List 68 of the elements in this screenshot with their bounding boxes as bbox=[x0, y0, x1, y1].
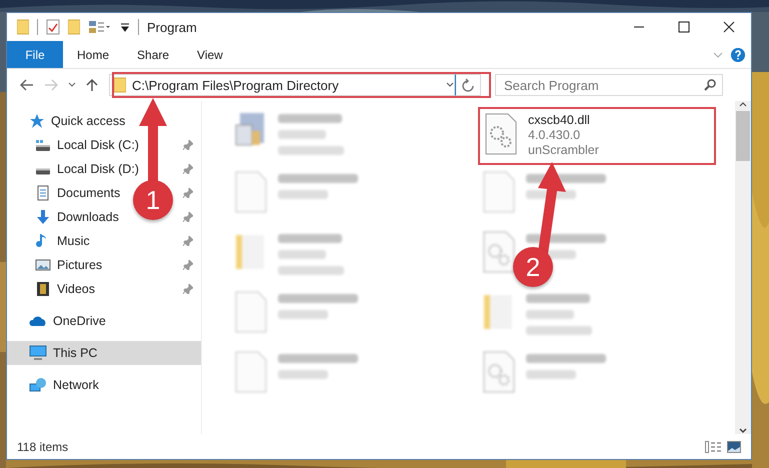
dropdown-icon[interactable] bbox=[446, 82, 454, 88]
sidebar-item[interactable]: Downloads bbox=[57, 210, 119, 224]
sidebar-label: This PC bbox=[53, 346, 98, 360]
scroll-thumb[interactable] bbox=[736, 111, 750, 161]
cloud-icon bbox=[29, 314, 47, 328]
close-icon bbox=[722, 21, 734, 33]
blurred-text bbox=[278, 370, 328, 379]
blurred-text bbox=[526, 310, 574, 319]
gears-file-icon bbox=[484, 113, 518, 155]
star-icon bbox=[29, 113, 45, 129]
sidebar-item[interactable]: Pictures bbox=[57, 258, 102, 272]
file-item[interactable]: cxscb40.dll 4.0.430.0 unScrambler bbox=[478, 107, 716, 165]
sidebar-item[interactable]: Music bbox=[57, 234, 90, 248]
blurred-text bbox=[278, 250, 326, 259]
sidebar-item[interactable]: This PC bbox=[7, 341, 201, 365]
document-icon bbox=[35, 185, 51, 201]
monitor-icon bbox=[29, 345, 47, 361]
file-tab[interactable]: File bbox=[7, 41, 63, 68]
drive-icon bbox=[35, 168, 51, 174]
sidebar-item[interactable]: Documents bbox=[57, 186, 120, 200]
sidebar-item[interactable]: Local Disk (C:) bbox=[57, 138, 139, 152]
maximize-icon bbox=[678, 21, 690, 33]
sidebar-item[interactable]: Network bbox=[53, 378, 99, 392]
network-icon bbox=[29, 377, 47, 393]
ribbon-tab[interactable]: Home bbox=[63, 41, 124, 68]
window-title: Program bbox=[147, 20, 197, 34]
search-field[interactable]: Search Program bbox=[495, 74, 723, 96]
minimize-icon bbox=[632, 26, 644, 28]
help-icon[interactable] bbox=[731, 48, 745, 62]
scrollbar[interactable] bbox=[735, 101, 751, 434]
film-icon bbox=[35, 281, 51, 297]
blurred-text bbox=[278, 146, 344, 155]
properties-icon[interactable] bbox=[46, 19, 60, 35]
download-arrow-icon bbox=[35, 209, 51, 225]
folder-icon bbox=[17, 19, 29, 35]
blurred-text bbox=[278, 310, 328, 319]
blurred-text bbox=[526, 370, 576, 379]
search-icon bbox=[704, 79, 716, 91]
blurred-text bbox=[278, 130, 326, 139]
sidebar-item[interactable]: OneDrive bbox=[53, 314, 106, 328]
scroll-up-icon[interactable] bbox=[739, 101, 747, 107]
blurred-text bbox=[278, 190, 328, 199]
file-detail: 4.0.430.0 bbox=[528, 128, 582, 142]
details-view-icon[interactable] bbox=[705, 440, 721, 452]
ribbon-tab[interactable]: Share bbox=[123, 41, 184, 68]
sidebar-item[interactable]: Videos bbox=[57, 282, 95, 296]
customize-dropdown-icon[interactable] bbox=[120, 22, 130, 32]
blurred-text bbox=[526, 294, 590, 303]
blurred-text bbox=[278, 114, 342, 123]
thumbnails-view-icon[interactable] bbox=[727, 440, 741, 452]
address-bar[interactable]: C:\Program Files\Program Directory bbox=[109, 74, 455, 96]
view-icon[interactable] bbox=[88, 20, 112, 34]
folder-icon bbox=[114, 77, 126, 93]
scroll-down-icon[interactable] bbox=[739, 428, 747, 434]
address-path: C:\Program Files\Program Directory bbox=[132, 78, 340, 92]
blurred-text bbox=[526, 326, 592, 335]
picture-icon bbox=[35, 257, 51, 273]
refresh-button[interactable] bbox=[455, 74, 481, 96]
ribbon-tab[interactable]: View bbox=[183, 41, 237, 68]
file-detail: unScrambler bbox=[528, 143, 599, 157]
drive-icon bbox=[35, 139, 51, 151]
item-count: 118 items bbox=[17, 440, 68, 454]
sidebar-item[interactable]: Local Disk (D:) bbox=[57, 162, 139, 176]
blurred-text bbox=[278, 234, 342, 243]
file-name: cxscb40.dll bbox=[528, 113, 591, 127]
refresh-icon bbox=[462, 78, 474, 92]
blurred-text bbox=[278, 266, 344, 275]
sidebar-item[interactable]: Quick access bbox=[51, 114, 126, 128]
